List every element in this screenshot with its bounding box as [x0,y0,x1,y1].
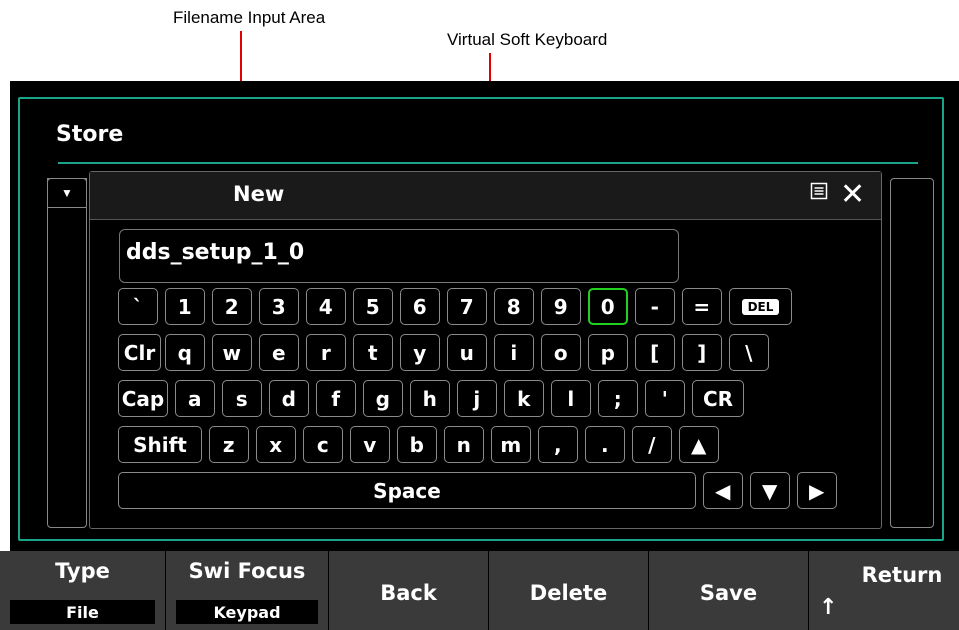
keyboard-key[interactable]: i [494,334,534,371]
save-softkey[interactable]: Save [649,551,808,630]
keyboard-key[interactable]: / [632,426,672,463]
space-key[interactable]: Space [118,472,696,509]
keyboard-key[interactable]: Shift [118,426,202,463]
keyboard-key[interactable]: n [444,426,484,463]
keyboard-key[interactable]: m [491,426,531,463]
keyboard-key[interactable]: \ [729,334,769,371]
keyboard-key[interactable]: b [397,426,437,463]
swi-focus-softkey-value: Keypad [176,600,318,624]
return-softkey-label: Return [861,563,943,587]
close-icon[interactable]: ✕ [840,177,865,212]
keyboard-key[interactable]: ` [118,288,158,325]
keyboard-key[interactable]: u [447,334,487,371]
keyboard-key[interactable]: v [350,426,390,463]
keyboard-key[interactable]: w [212,334,252,371]
keyboard-key[interactable]: h [410,380,450,417]
type-softkey-label: Type [55,559,110,583]
keyboard-key[interactable]: g [363,380,403,417]
file-browser-right-panel [890,178,934,528]
keyboard-key[interactable]: 5 [353,288,393,325]
menu-icon[interactable] [810,182,828,206]
keyboard-key[interactable]: f [316,380,356,417]
keyboard-key[interactable]: - [635,288,675,325]
keyboard-key[interactable]: 9 [541,288,581,325]
keyboard-key[interactable]: q [165,334,205,371]
return-arrow-icon: ↑ [819,595,838,620]
swi-focus-softkey-label: Swi Focus [188,559,306,583]
keyboard-key[interactable]: ' [645,380,685,417]
up-arrow-key[interactable]: ▲ [679,426,719,463]
annotation-soft-keyboard: Virtual Soft Keyboard [447,30,608,49]
keyboard-key[interactable]: k [504,380,544,417]
keyboard-key[interactable]: ] [682,334,722,371]
annotation-filename-input: Filename Input Area [173,8,326,27]
delete-softkey[interactable]: Delete [489,551,648,630]
back-softkey[interactable]: Back [329,551,488,630]
type-softkey[interactable]: Type File [0,551,165,630]
keyboard-key[interactable]: a [175,380,215,417]
return-softkey[interactable]: Return ↑ [809,551,959,630]
keyboard-key[interactable]: l [551,380,591,417]
new-file-dialog: New ✕ dds_setup_1_0 ` 1 2 3 4 5 6 7 8 9 0- = DEL Clr q… [89,171,882,529]
keyboard-key[interactable]: 7 [447,288,487,325]
keyboard-key[interactable]: r [306,334,346,371]
keyboard-key[interactable]: c [303,426,343,463]
right-arrow-key[interactable]: ▶ [797,472,837,509]
keyboard-key[interactable]: , [538,426,578,463]
save-softkey-label: Save [699,581,758,605]
keyboard-key[interactable]: [ [635,334,675,371]
left-arrow-key[interactable]: ◀ [703,472,743,509]
filename-input[interactable]: dds_setup_1_0 [119,229,679,283]
chevron-down-icon[interactable]: ▼ [47,178,87,208]
softkey-bar: Type File Swi Focus Keypad Back Delete S… [0,551,959,630]
keyboard-key[interactable]: = [682,288,722,325]
keyboard-key[interactable]: x [256,426,296,463]
keyboard-key[interactable]: ; [598,380,638,417]
keyboard-key[interactable]: j [457,380,497,417]
delete-key-label: DEL [741,298,780,315]
keyboard-key[interactable]: 4 [306,288,346,325]
keyboard-key[interactable]: Clr [118,334,161,371]
keyboard-key[interactable]: p [588,334,628,371]
keyboard-key[interactable]: s [222,380,262,417]
keyboard-key[interactable]: 8 [494,288,534,325]
down-arrow-key[interactable]: ▼ [750,472,790,509]
keyboard-key[interactable]: 1 [165,288,205,325]
dialog-header: New ✕ [90,172,881,220]
keyboard-key[interactable]: z [209,426,249,463]
dialog-title: New [233,182,285,206]
keyboard-key[interactable]: CR [692,380,744,417]
store-title: Store [56,122,124,147]
keyboard-key[interactable]: 6 [400,288,440,325]
keyboard-key[interactable]: d [269,380,309,417]
keyboard-key[interactable]: t [353,334,393,371]
store-title-underline [58,162,918,164]
keyboard-key[interactable]: o [541,334,581,371]
keyboard-key[interactable]: 3 [259,288,299,325]
keyboard-key[interactable]: 2 [212,288,252,325]
keyboard-key[interactable]: . [585,426,625,463]
keyboard-key[interactable]: 0 [588,288,628,325]
keyboard-key[interactable]: DEL [729,288,792,325]
keyboard-key[interactable]: y [400,334,440,371]
delete-softkey-label: Delete [529,581,608,605]
back-softkey-label: Back [380,581,437,605]
type-softkey-value: File [10,600,155,624]
swi-focus-softkey[interactable]: Swi Focus Keypad [166,551,328,630]
file-browser-left-panel [47,178,87,528]
keyboard-key[interactable]: e [259,334,299,371]
keyboard-key[interactable]: Cap [118,380,168,417]
